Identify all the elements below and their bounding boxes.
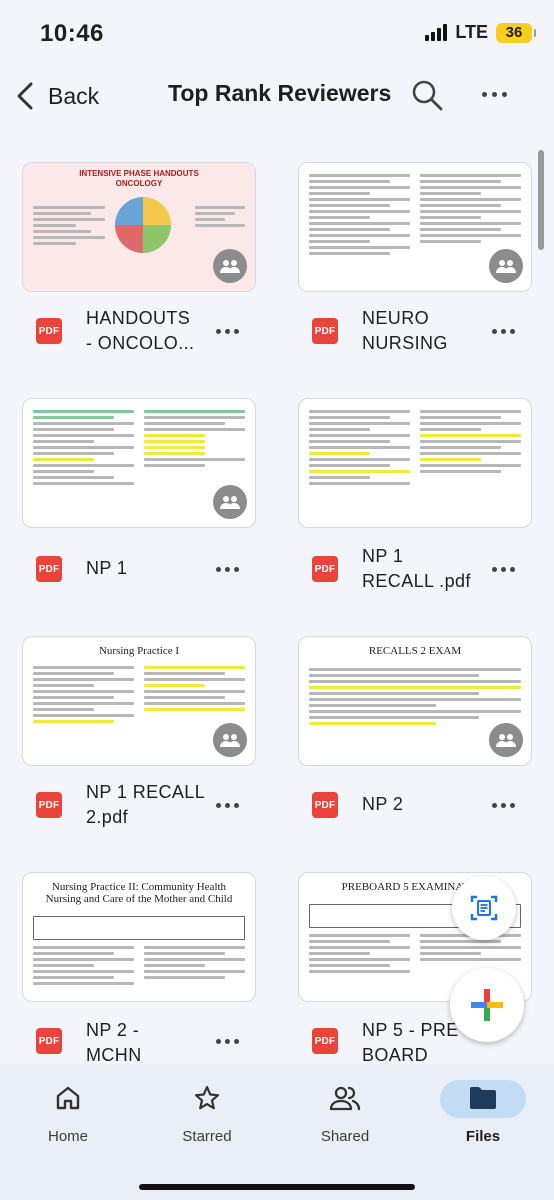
nav-files-label: Files xyxy=(465,1128,501,1145)
pdf-icon: PDF xyxy=(312,556,338,582)
page-title: Top Rank Reviewers xyxy=(168,80,392,106)
file-name-line: NURSING xyxy=(362,333,448,353)
pdf-icon: PDF xyxy=(36,1028,62,1054)
file-name-line: NP 1 RECALL xyxy=(86,782,206,802)
pdf-icon: PDF xyxy=(36,792,62,818)
document-preview xyxy=(309,407,521,521)
file-name-line: NP 2 - xyxy=(86,1020,140,1040)
thumbnail-title: INTENSIVE PHASE HANDOUTS ONCOLOGY xyxy=(79,169,199,188)
file-thumbnail[interactable] xyxy=(298,398,532,528)
file-thumbnail[interactable] xyxy=(22,398,256,528)
file-thumbnail[interactable] xyxy=(298,162,532,292)
shared-badge-icon xyxy=(489,723,523,757)
file-name-line: NEURO xyxy=(362,308,430,328)
thumbnail-title: Nursing Practice I xyxy=(98,645,180,657)
shared-badge-icon xyxy=(213,723,247,757)
shared-icon xyxy=(329,1086,361,1111)
nav-files[interactable]: Files xyxy=(440,1080,526,1145)
file-more-icon[interactable] xyxy=(216,329,239,334)
file-name[interactable]: NEURO NURSING xyxy=(362,306,448,356)
document-preview xyxy=(33,913,245,995)
shared-badge-icon xyxy=(489,249,523,283)
file-thumbnail[interactable]: Nursing Practice I xyxy=(22,636,256,766)
file-more-icon[interactable] xyxy=(216,803,239,808)
nav-shared-label: Shared xyxy=(320,1128,370,1145)
file-name-line: RECALL .pdf xyxy=(362,571,471,591)
nav-starred[interactable]: Starred xyxy=(152,1080,262,1145)
network-label: LTE xyxy=(455,22,488,42)
thumbnail-title: Nursing Practice II: Community Health Nu… xyxy=(45,881,233,905)
scrollbar[interactable] xyxy=(538,150,544,250)
battery-icon: 36 xyxy=(496,22,536,43)
pdf-icon: PDF xyxy=(312,318,338,344)
file-name[interactable]: NP 2 - MCHN xyxy=(86,1018,142,1068)
more-options-icon[interactable] xyxy=(474,84,514,104)
signal-icon xyxy=(425,24,448,41)
file-name[interactable]: NP 2 xyxy=(362,792,403,817)
pdf-icon: PDF xyxy=(312,792,338,818)
bottom-navigation: Home Starred Shared Files xyxy=(0,1064,554,1200)
pdf-icon: PDF xyxy=(312,1028,338,1054)
file-name-line: 2.pdf xyxy=(86,807,129,827)
file-thumbnail[interactable]: INTENSIVE PHASE HANDOUTS ONCOLOGY xyxy=(22,162,256,292)
nav-starred-label: Starred xyxy=(182,1128,232,1145)
pdf-icon: PDF xyxy=(36,556,62,582)
file-name-line: NP 1 xyxy=(86,558,128,578)
star-icon xyxy=(194,1085,220,1110)
shared-badge-icon xyxy=(213,485,247,519)
file-name-line: NP 2 xyxy=(362,794,404,814)
battery-level: 36 xyxy=(505,24,523,41)
home-icon xyxy=(56,1086,80,1110)
file-name[interactable]: NP 1 RECALL 2.pdf xyxy=(86,780,205,830)
file-name-line: NP 5 - PRE xyxy=(362,1020,459,1040)
file-name[interactable]: NP 5 - PRE BOARD xyxy=(362,1018,459,1068)
file-name-line: - ONCOLO... xyxy=(86,333,195,353)
file-more-icon[interactable] xyxy=(216,567,239,572)
search-icon[interactable] xyxy=(410,78,444,112)
file-more-icon[interactable] xyxy=(492,803,515,808)
scan-button[interactable] xyxy=(452,876,516,940)
file-name-line: HANDOUTS xyxy=(86,308,191,328)
file-thumbnail[interactable]: RECALLS 2 EXAM xyxy=(298,636,532,766)
cell-cycle-diagram xyxy=(115,197,171,253)
nav-home-label: Home xyxy=(47,1128,88,1145)
file-name-line: NP 1 xyxy=(362,546,404,566)
file-name[interactable]: NP 1 RECALL .pdf xyxy=(362,544,471,594)
nav-shared[interactable]: Shared xyxy=(290,1080,400,1145)
nav-home[interactable]: Home xyxy=(13,1080,123,1145)
folder-icon xyxy=(470,1087,496,1109)
file-thumbnail[interactable]: Nursing Practice II: Community Health Nu… xyxy=(22,872,256,1002)
plus-icon xyxy=(471,989,503,1021)
pdf-icon: PDF xyxy=(36,318,62,344)
file-more-icon[interactable] xyxy=(216,1039,239,1044)
chevron-left-icon xyxy=(17,82,33,110)
home-indicator xyxy=(139,1184,415,1190)
status-time: 10:46 xyxy=(40,20,104,47)
shared-badge-icon xyxy=(213,249,247,283)
back-label: Back xyxy=(48,82,100,109)
back-button[interactable]: Back xyxy=(14,76,99,116)
file-name[interactable]: NP 1 xyxy=(86,556,127,581)
file-name[interactable]: HANDOUTS - ONCOLO... xyxy=(86,306,194,356)
status-bar: 10:46 LTE 36 xyxy=(0,0,554,66)
app-bar: Back Top Rank Reviewers xyxy=(0,66,554,126)
file-more-icon[interactable] xyxy=(492,567,515,572)
scan-icon xyxy=(470,895,498,921)
file-more-icon[interactable] xyxy=(492,329,515,334)
thumbnail-title: RECALLS 2 EXAM xyxy=(368,645,462,657)
new-button[interactable] xyxy=(450,968,524,1042)
